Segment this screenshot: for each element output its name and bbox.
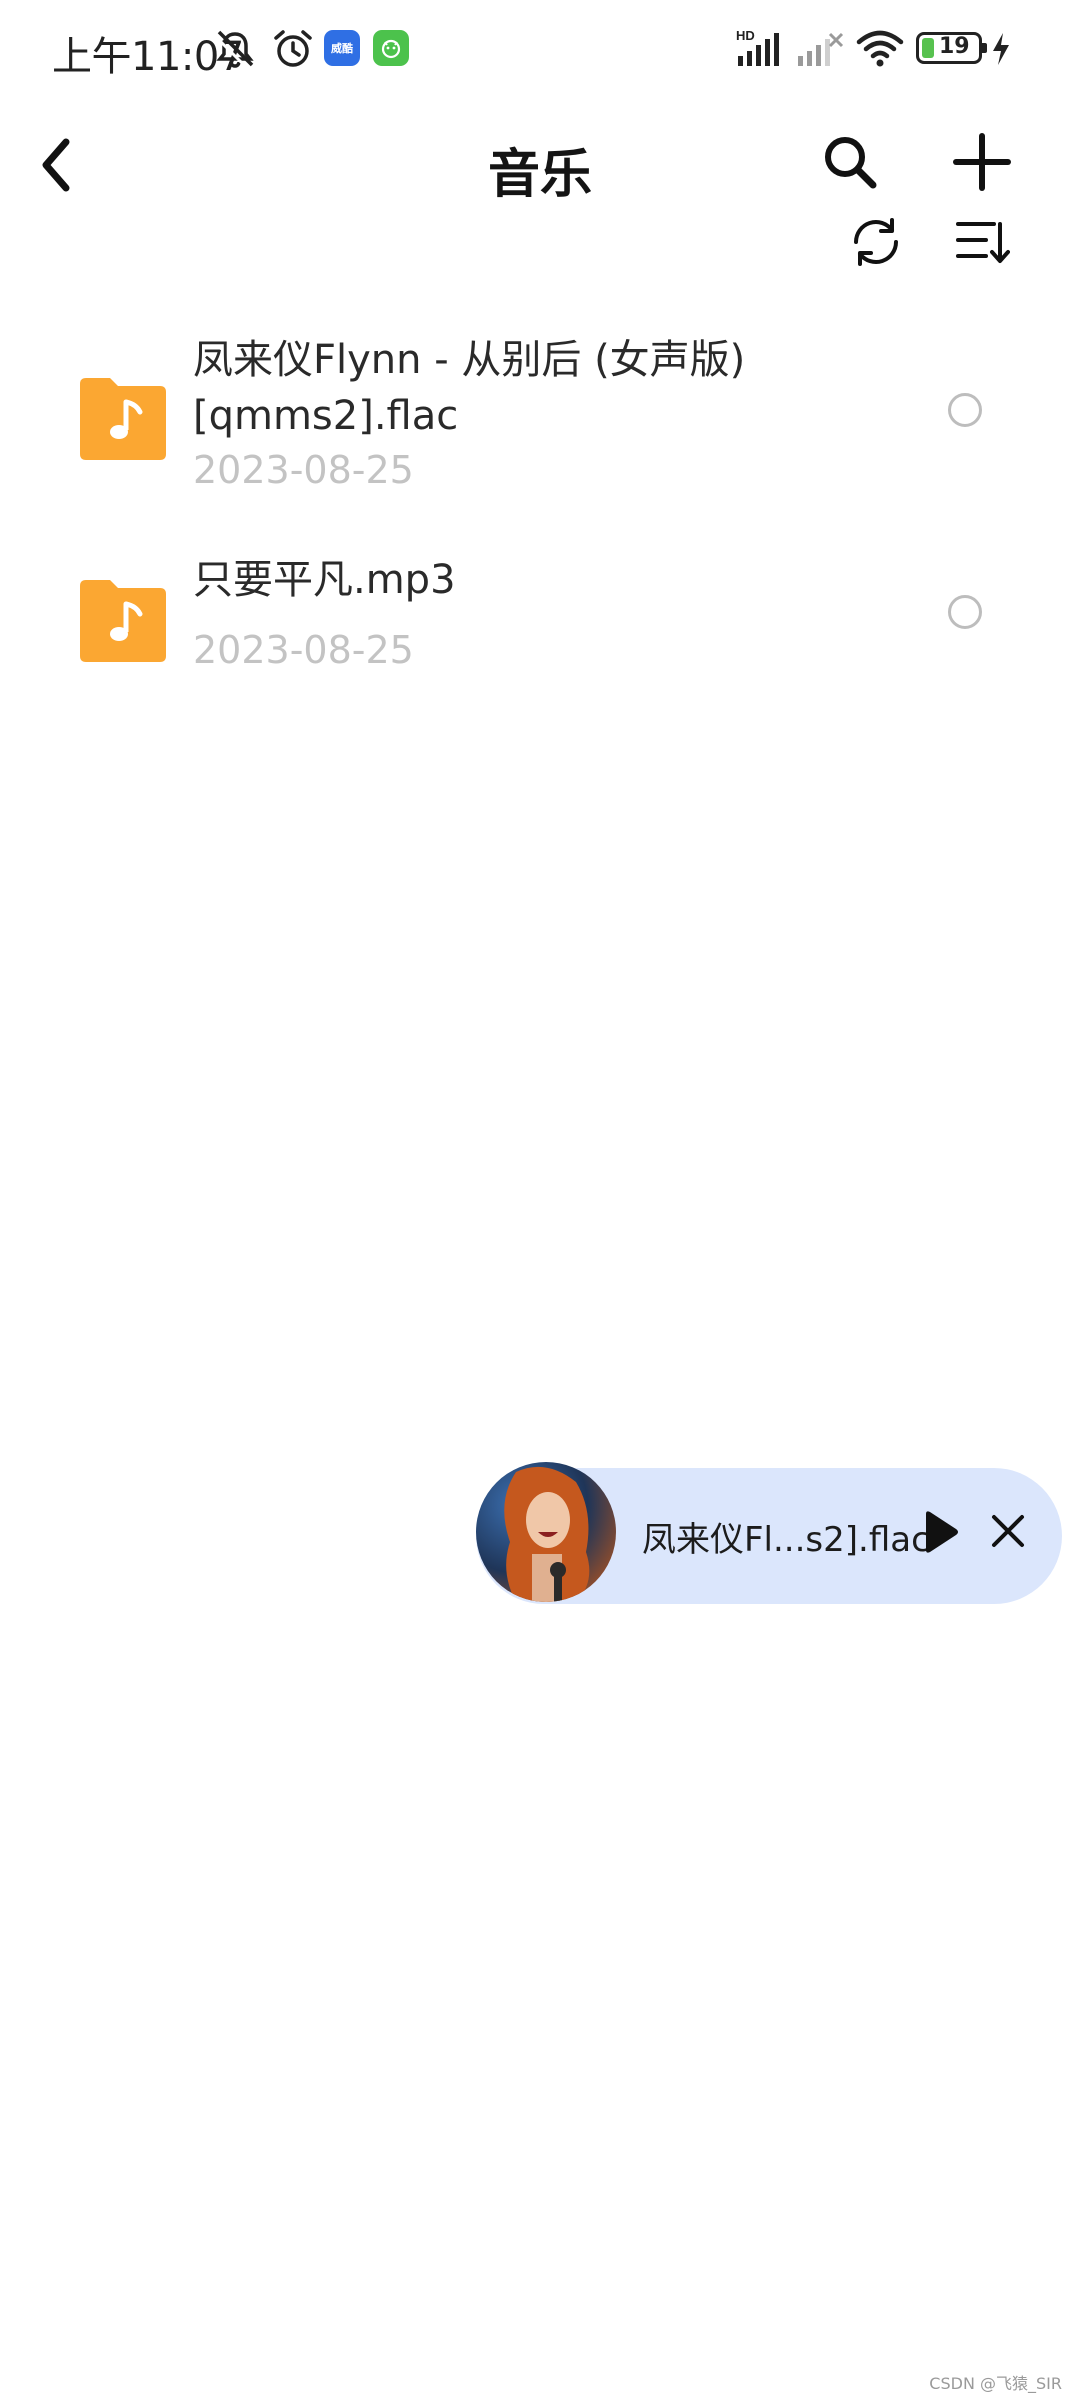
music-page: 上午11:07 威酷 HD 19 音乐 凤来仪Flynn - 从别后 (女声版)… bbox=[0, 0, 1080, 2400]
list-item[interactable]: 凤来仪Flynn - 从别后 (女声版)[qmms2].flac 2023-08… bbox=[0, 320, 1080, 520]
file-date: 2023-08-25 bbox=[193, 448, 414, 492]
search-icon[interactable] bbox=[820, 132, 880, 192]
sort-icon[interactable] bbox=[954, 216, 1010, 270]
battery-icon: 19 bbox=[916, 32, 987, 64]
music-folder-icon bbox=[80, 580, 166, 662]
play-icon[interactable] bbox=[920, 1510, 960, 1554]
file-name: 只要平凡.mp3 bbox=[193, 557, 456, 603]
app-badge-green-icon bbox=[373, 30, 409, 66]
battery-level: 19 bbox=[939, 34, 970, 59]
page-title: 音乐 bbox=[487, 145, 592, 205]
status-bar: 上午11:07 威酷 HD 19 bbox=[0, 0, 1080, 100]
file-date: 2023-08-25 bbox=[193, 628, 414, 672]
wifi-icon bbox=[856, 30, 904, 67]
alarm-icon bbox=[274, 30, 312, 67]
top-app-bar: 音乐 bbox=[0, 110, 1080, 266]
refresh-icon[interactable] bbox=[848, 214, 904, 270]
charging-icon bbox=[993, 33, 1009, 65]
file-name: 凤来仪Flynn - 从别后 (女声版)[qmms2].flac bbox=[193, 337, 746, 439]
app-badge-weiku: 威酷 bbox=[324, 30, 360, 66]
svg-text:HD: HD bbox=[736, 28, 755, 43]
player-track-title: 凤来仪Fl...s2].flac bbox=[642, 1520, 930, 1560]
signal-hd-icon: HD bbox=[736, 28, 779, 66]
add-icon[interactable] bbox=[950, 130, 1014, 194]
select-radio[interactable] bbox=[948, 393, 982, 427]
album-cover[interactable] bbox=[476, 1462, 616, 1602]
music-folder-icon bbox=[80, 378, 166, 460]
watermark: CSDN @飞猿_SIR bbox=[929, 2374, 1062, 2393]
signal-no-service-icon bbox=[798, 32, 844, 66]
close-icon[interactable] bbox=[990, 1513, 1026, 1549]
mute-bell-icon bbox=[213, 30, 254, 71]
list-item[interactable]: 只要平凡.mp3 2023-08-25 bbox=[0, 548, 1080, 688]
select-radio[interactable] bbox=[948, 595, 982, 629]
